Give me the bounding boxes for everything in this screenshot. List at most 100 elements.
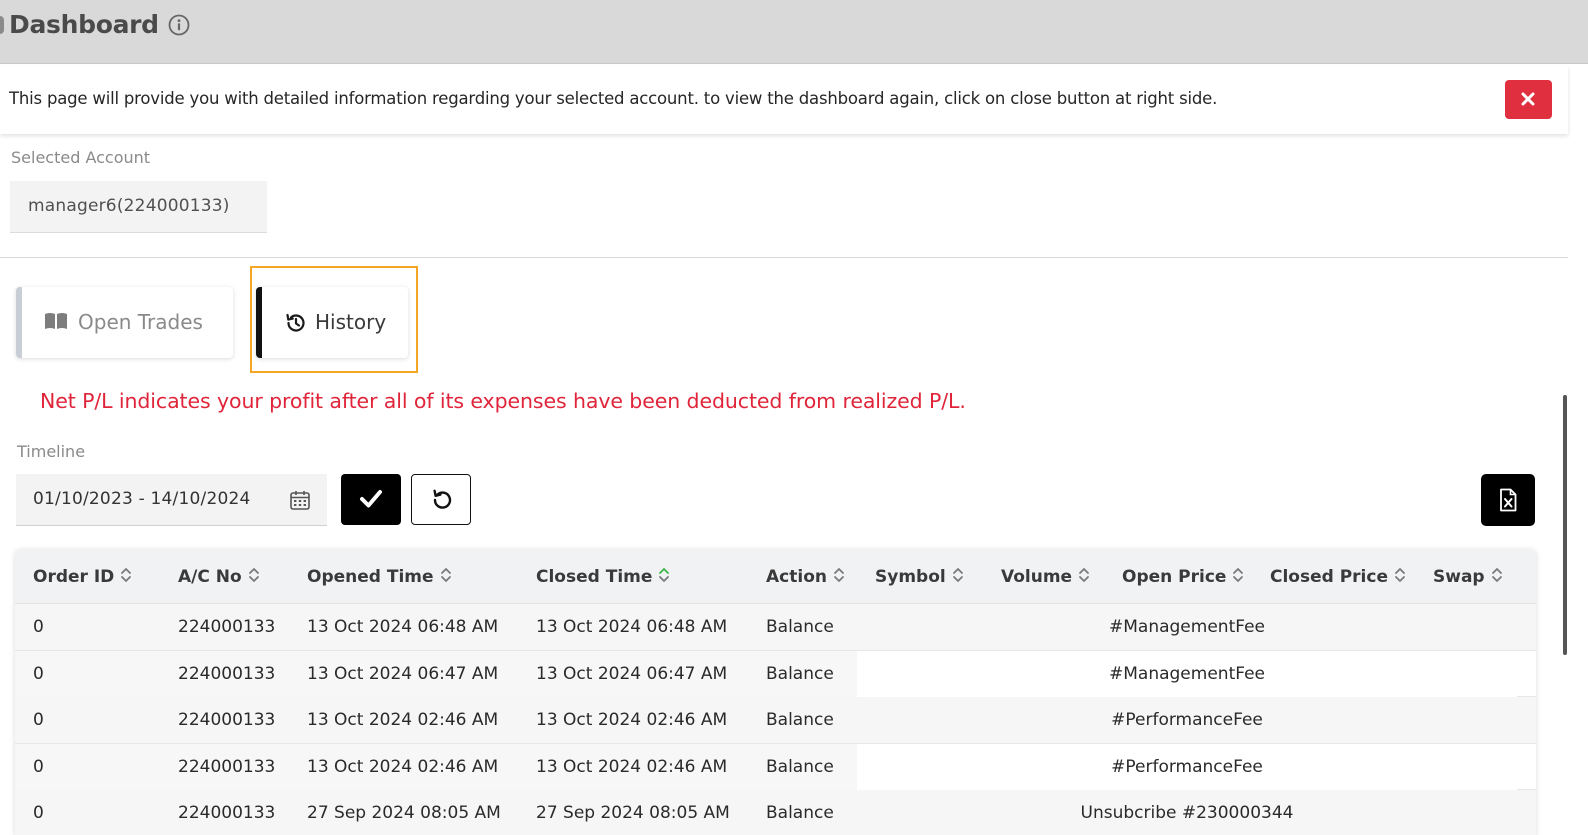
- book-open-icon: [44, 311, 68, 335]
- column-header-label: Closed Time: [536, 567, 653, 587]
- history-icon: [284, 311, 308, 339]
- sort-icon[interactable]: [434, 567, 452, 587]
- cell-comment: #ManagementFee: [857, 650, 1517, 697]
- cell-closed-time: 13 Oct 2024 06:47 AM: [536, 663, 728, 684]
- column-header[interactable]: Opened Time: [307, 566, 452, 587]
- table-row[interactable]: 0 224000133 27 Sep 2024 08:05 AM 27 Sep 202…: [15, 790, 1536, 835]
- sort-icon[interactable]: [1485, 567, 1503, 587]
- column-header[interactable]: Closed Price: [1270, 566, 1406, 587]
- column-header-label: Swap: [1433, 567, 1485, 587]
- selected-account-field[interactable]: manager6(224000133): [10, 181, 267, 233]
- cell-closed-time: 27 Sep 2024 08:05 AM: [536, 803, 730, 823]
- tab-open-trades[interactable]: Open Trades: [16, 287, 233, 358]
- tab-history[interactable]: History: [256, 287, 408, 358]
- reset-icon: [433, 489, 452, 509]
- table-row[interactable]: 0 224000133 13 Oct 2024 02:46 AM 13 Oct 202…: [15, 697, 1536, 744]
- sort-icon[interactable]: [652, 567, 670, 587]
- apply-filter-button[interactable]: [341, 474, 401, 525]
- column-header[interactable]: A/C No: [178, 566, 260, 587]
- sort-icon[interactable]: [946, 567, 964, 587]
- column-header-label: Closed Price: [1270, 567, 1388, 587]
- cell-closed-time: 13 Oct 2024 02:46 AM: [536, 756, 728, 777]
- selected-account-label: Selected Account: [11, 148, 151, 167]
- cell-comment-text: #PerformanceFee: [1111, 710, 1263, 730]
- notice-bar: This page will provide you with detailed…: [0, 66, 1568, 134]
- column-header-label: Volume: [1001, 567, 1073, 587]
- sort-icon[interactable]: [1072, 567, 1090, 587]
- cell-ac-no: 224000133: [178, 663, 276, 684]
- top-bar: Dashboard: [0, 0, 1588, 64]
- cell-comment: #ManagementFee: [857, 604, 1517, 650]
- file-excel-icon: [1500, 488, 1517, 512]
- close-button[interactable]: [1505, 80, 1552, 119]
- cell-opened-time: 27 Sep 2024 08:05 AM: [307, 803, 501, 823]
- cell-action: Balance: [766, 663, 834, 684]
- table-row[interactable]: 0 224000133 13 Oct 2024 06:48 AM 13 Oct 202…: [15, 604, 1536, 651]
- history-table: Order ID A/C No Opened Time Closed Time Acti…: [15, 549, 1536, 835]
- date-range-value: 01/10/2023 - 14/10/2024: [33, 489, 251, 509]
- sort-icon[interactable]: [1388, 567, 1406, 587]
- cell-opened-time: 13 Oct 2024 02:46 AM: [307, 710, 499, 730]
- cell-ac-no: 224000133: [178, 756, 276, 777]
- page-scrollbar[interactable]: [1563, 395, 1567, 655]
- cell-closed-time: 13 Oct 2024 02:46 AM: [536, 710, 728, 730]
- cell-order-id: 0: [33, 617, 44, 637]
- tab-history-label: History: [315, 310, 387, 334]
- info-icon[interactable]: [168, 14, 190, 36]
- sort-icon[interactable]: [1226, 567, 1244, 587]
- tab-open-trades-label: Open Trades: [78, 310, 203, 334]
- sort-icon[interactable]: [114, 567, 132, 587]
- cell-action: Balance: [766, 617, 834, 637]
- column-header-label: Opened Time: [307, 567, 434, 587]
- cell-comment-text: #PerformanceFee: [1111, 756, 1263, 777]
- cell-opened-time: 13 Oct 2024 06:47 AM: [307, 663, 499, 684]
- cell-order-id: 0: [33, 663, 44, 684]
- sort-icon[interactable]: [242, 567, 260, 587]
- reset-filter-button[interactable]: [411, 474, 471, 525]
- column-header-label: Symbol: [875, 567, 946, 587]
- cell-order-id: 0: [33, 803, 44, 823]
- cell-ac-no: 224000133: [178, 803, 276, 823]
- close-icon: [1521, 92, 1535, 106]
- cell-comment: #PerformanceFee: [857, 697, 1517, 743]
- selected-account-value: manager6(224000133): [28, 196, 230, 216]
- calendar-icon[interactable]: [289, 489, 311, 516]
- column-header[interactable]: Closed Time: [536, 566, 670, 587]
- column-header-label: A/C No: [178, 567, 242, 587]
- cell-opened-time: 13 Oct 2024 06:48 AM: [307, 617, 499, 637]
- column-header[interactable]: Volume: [1001, 566, 1090, 587]
- column-header[interactable]: Swap: [1433, 566, 1503, 587]
- cell-ac-no: 224000133: [178, 617, 276, 637]
- column-header-label: Open Price: [1122, 567, 1227, 587]
- cell-comment: #PerformanceFee: [857, 743, 1517, 790]
- edge-handle: [0, 16, 4, 34]
- column-header[interactable]: Action: [766, 566, 845, 587]
- cell-comment-text: Unsubcribe #230000344: [1080, 803, 1294, 823]
- cell-order-id: 0: [33, 710, 44, 730]
- divider: [0, 257, 1568, 258]
- column-header[interactable]: Open Price: [1122, 566, 1244, 587]
- cell-closed-time: 13 Oct 2024 06:48 AM: [536, 617, 728, 637]
- timeline-label: Timeline: [17, 442, 86, 461]
- table-row[interactable]: 0 224000133 13 Oct 2024 02:46 AM 13 Oct 202…: [15, 743, 1536, 790]
- net-pl-message: Net P/L indicates your profit after all …: [40, 389, 966, 413]
- cell-action: Balance: [766, 756, 834, 777]
- page-title: Dashboard: [9, 10, 159, 39]
- table-header: Order ID A/C No Opened Time Closed Time Acti…: [15, 549, 1536, 604]
- check-icon: [360, 490, 382, 508]
- export-excel-button[interactable]: [1481, 474, 1535, 526]
- column-header-label: Order ID: [33, 567, 115, 587]
- sort-icon[interactable]: [827, 567, 845, 587]
- notice-text: This page will provide you with detailed…: [9, 89, 1218, 108]
- cell-comment: Unsubcribe #230000344: [857, 790, 1517, 835]
- cell-comment-text: #ManagementFee: [1109, 617, 1265, 637]
- table-row[interactable]: 0 224000133 13 Oct 2024 06:47 AM 13 Oct 202…: [15, 650, 1536, 697]
- date-range-input[interactable]: 01/10/2023 - 14/10/2024: [16, 474, 327, 526]
- column-header[interactable]: Symbol: [875, 566, 964, 587]
- cell-action: Balance: [766, 710, 834, 730]
- cell-comment-text: #ManagementFee: [1109, 663, 1265, 684]
- cell-action: Balance: [766, 803, 834, 823]
- cell-opened-time: 13 Oct 2024 02:46 AM: [307, 756, 499, 777]
- column-header[interactable]: Order ID: [33, 566, 132, 587]
- cell-order-id: 0: [33, 756, 44, 777]
